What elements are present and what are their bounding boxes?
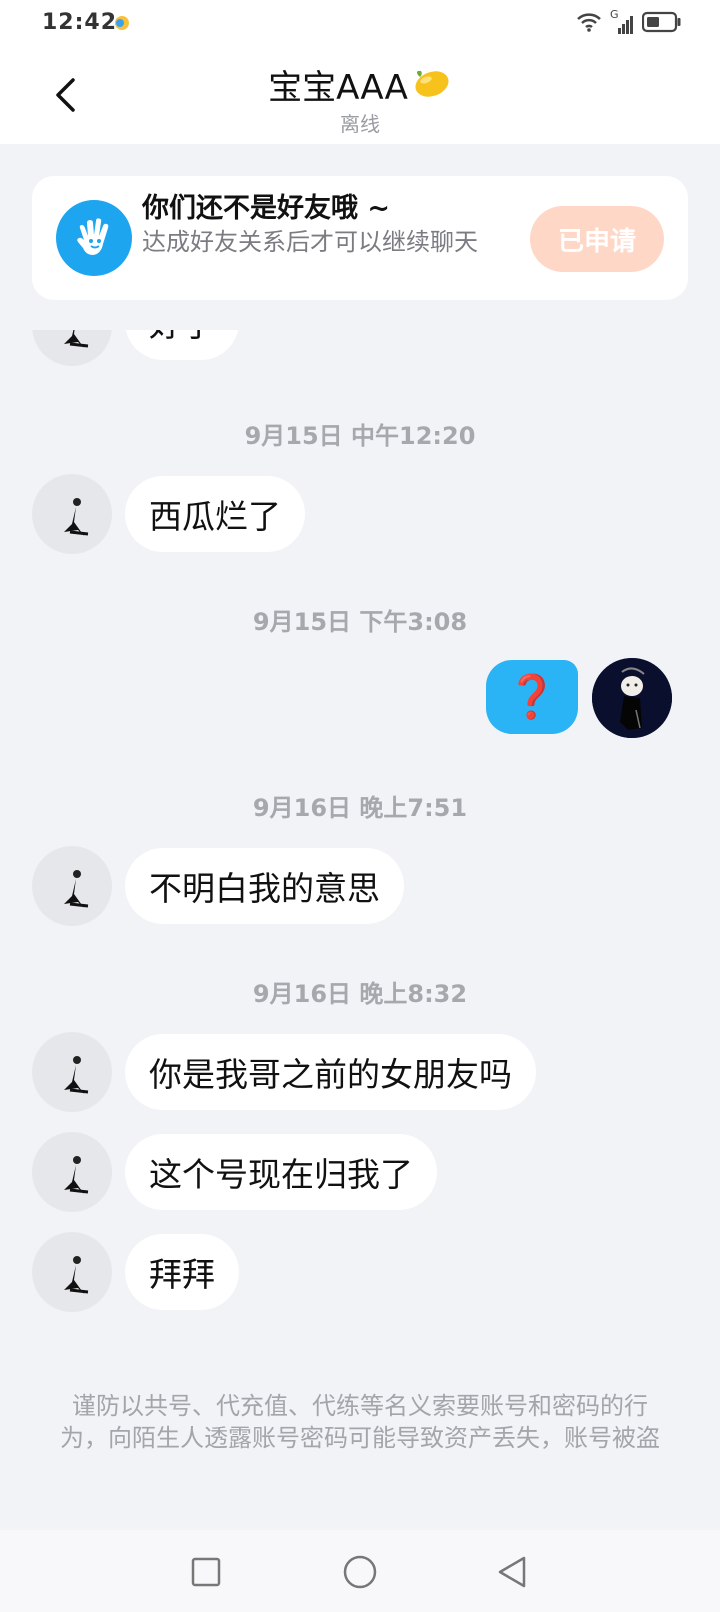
chat-header: 宝宝AAA 离线 [0, 48, 720, 144]
message-timestamp: 9月15日 下午3:08 [252, 608, 468, 636]
circle-icon [343, 1555, 377, 1589]
safety-warning: 谨防以共号、代充值、代练等名义索要账号和密码的行为，向陌生人透露账号密码可能导致… [60, 1392, 660, 1452]
message-bubble[interactable]: 不明白我的意思 [125, 848, 404, 924]
home-button[interactable] [338, 1550, 382, 1594]
triangle-back-icon [498, 1556, 526, 1588]
message-bubble[interactable]: 拜拜 [125, 1234, 239, 1310]
applied-button[interactable]: 已申请 [530, 206, 664, 272]
recent-apps-button[interactable] [184, 1550, 228, 1594]
wifi-icon [576, 11, 602, 37]
status-time: 12:42 [42, 10, 118, 35]
contact-avatar[interactable] [32, 330, 112, 366]
message-timestamp: 9月16日 晚上7:51 [252, 794, 468, 822]
contact-name: 宝宝AAA [268, 68, 408, 108]
square-icon [191, 1557, 221, 1587]
battery-icon [641, 11, 682, 37]
banner-description: 达成好友关系后才可以继续聊天 [142, 228, 478, 256]
sent-message-bubble[interactable]: ❓ [486, 660, 578, 734]
contact-avatar[interactable] [32, 1032, 112, 1112]
cellular-signal-icon: G [610, 8, 634, 36]
message-bubble[interactable]: 西瓜烂了 [125, 476, 305, 552]
message-list[interactable]: 好了 9月15日 中午12:20 西瓜烂了 9月15日 下午3:08 ❓ 9月1… [0, 330, 720, 1370]
message-timestamp: 9月15日 中午12:20 [244, 422, 476, 450]
contact-avatar[interactable] [32, 846, 112, 926]
system-nav-bar [0, 1530, 720, 1612]
wave-hand-icon [56, 200, 132, 276]
message-timestamp: 9月16日 晚上8:32 [252, 980, 468, 1008]
contact-avatar[interactable] [32, 1132, 112, 1212]
banner-title: 你们还不是好友哦 ~ [142, 193, 391, 224]
lemon-icon [412, 67, 452, 103]
back-nav-button[interactable] [490, 1550, 534, 1594]
status-icons: G [576, 8, 682, 38]
app-notification-icon [113, 14, 131, 36]
self-avatar[interactable] [592, 658, 672, 738]
message-bubble[interactable]: 这个号现在归我了 [125, 1134, 437, 1210]
contact-title[interactable]: 宝宝AAA [0, 60, 720, 109]
network-type-label: G [610, 8, 619, 21]
chat-screen: 12:42 G 宝宝AAA 离线 你们还不是好友哦 ~ 达成好友关系后才可以继续… [0, 0, 720, 1612]
message-bubble[interactable]: 你是我哥之前的女朋友吗 [125, 1034, 536, 1110]
contact-avatar[interactable] [32, 1232, 112, 1312]
contact-avatar[interactable] [32, 474, 112, 554]
status-bar: 12:42 G [0, 0, 720, 48]
online-status: 离线 [340, 112, 380, 136]
question-mark-emoji: ❓ [505, 672, 559, 721]
friend-request-banner: 你们还不是好友哦 ~ 达成好友关系后才可以继续聊天 已申请 [32, 176, 688, 300]
message-bubble[interactable]: 好了 [125, 330, 239, 360]
